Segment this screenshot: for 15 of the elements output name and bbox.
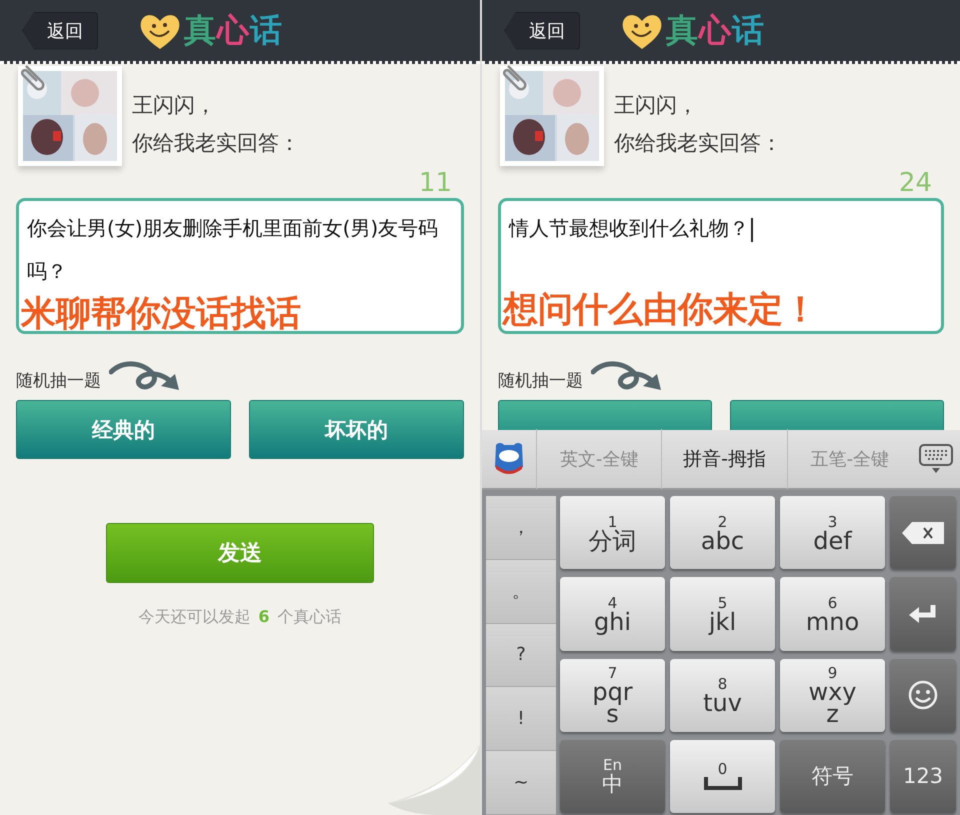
caption-text: 米聊帮你没话找话 xyxy=(21,294,301,334)
character-count: 11 xyxy=(418,168,452,198)
app-logo-text: 真心话 xyxy=(184,10,283,50)
greeting-text: 你给我老实回答： xyxy=(614,130,782,157)
question-text: 你会让男(女)朋友删除手机里面前女(男)友号码吗？ xyxy=(27,216,438,283)
caption-text: 想问什么由你来定！ xyxy=(503,290,818,330)
quota-text: 今天还可以发起 6 个真心话 xyxy=(138,607,342,626)
greeting-text: 王闪闪， xyxy=(132,92,217,119)
greeting-text: 王闪闪， xyxy=(614,92,699,119)
question-text: 情人节最想收到什么礼物？ xyxy=(509,216,749,240)
random-question-label: 随机抽一题 xyxy=(498,370,583,393)
character-count: 24 xyxy=(898,168,932,198)
random-question-label: 随机抽一题 xyxy=(16,370,101,393)
greeting-text: 你给我老实回答： xyxy=(132,130,300,157)
app-logo-text: 真心话 xyxy=(666,10,765,50)
